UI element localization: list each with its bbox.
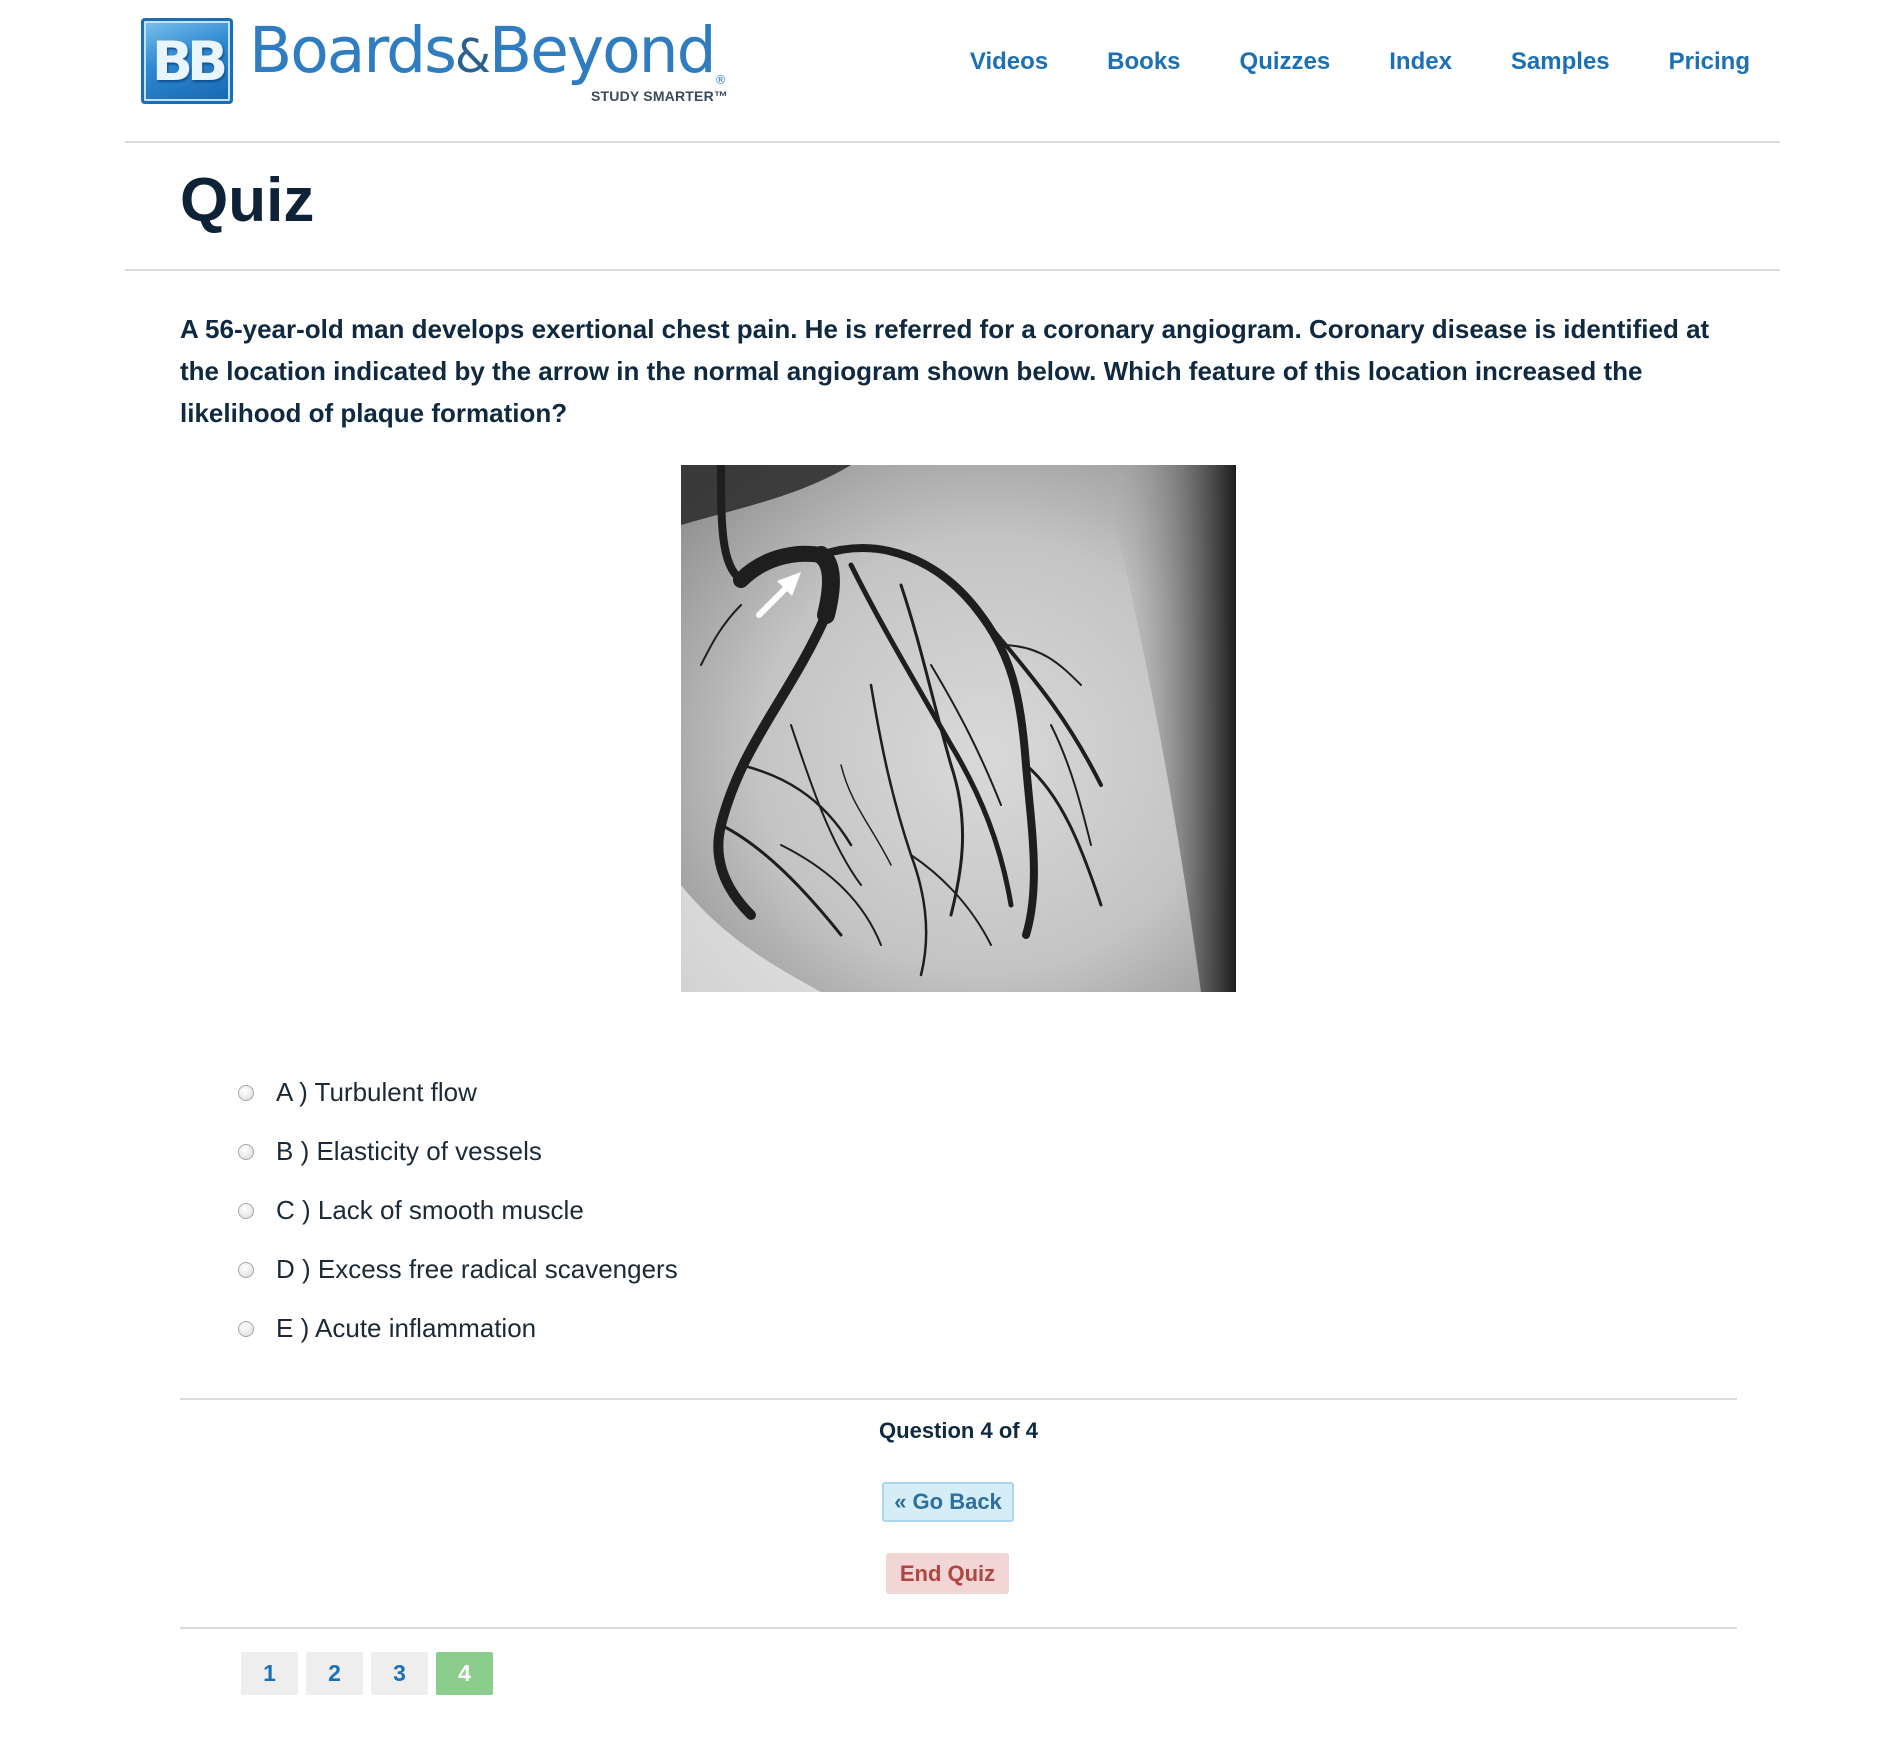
title-row: Quiz (125, 143, 1780, 271)
logo-badge-icon: BB (141, 18, 233, 104)
radio-option-c[interactable] (238, 1202, 254, 1219)
question-text: A 56-year-old man develops exertional ch… (180, 314, 1710, 428)
page-button-1[interactable]: 1 (241, 1652, 298, 1695)
option-b-label: B ) Elasticity of vessels (276, 1136, 542, 1166)
nav-quizzes[interactable]: Quizzes (1240, 48, 1331, 76)
question-counter: Question 4 of 4 (879, 1418, 1038, 1443)
logo-wordmark: Boards&Beyond® (249, 14, 727, 87)
nav-books[interactable]: Books (1107, 48, 1180, 76)
radio-option-d[interactable] (238, 1261, 254, 1278)
divider (180, 1398, 1737, 1400)
nav-pricing[interactable]: Pricing (1669, 48, 1750, 76)
main-nav: Videos Books Quizzes Index Samples Prici… (970, 48, 1750, 76)
option-e[interactable]: E ) Acute inflammation (238, 1299, 678, 1358)
page-button-3[interactable]: 3 (371, 1652, 428, 1695)
option-a[interactable]: A ) Turbulent flow (238, 1063, 678, 1122)
option-a-label: A ) Turbulent flow (276, 1077, 477, 1107)
option-c[interactable]: C ) Lack of smooth muscle (238, 1181, 678, 1240)
site-header: BB Boards&Beyond® STUDY SMARTER™ Videos … (125, 0, 1780, 143)
option-e-label: E ) Acute inflammation (276, 1313, 537, 1343)
radio-option-b[interactable] (238, 1143, 254, 1160)
question-pager: 1 2 3 4 (241, 1652, 493, 1695)
radio-option-a[interactable] (238, 1084, 254, 1101)
answer-options: A ) Turbulent flow B ) Elasticity of ves… (238, 1063, 678, 1358)
go-back-button[interactable]: « Go Back (882, 1482, 1014, 1522)
end-quiz-button[interactable]: End Quiz (886, 1553, 1009, 1594)
site-logo[interactable]: BB Boards&Beyond® STUDY SMARTER™ (141, 14, 728, 106)
page-container: BB Boards&Beyond® STUDY SMARTER™ Videos … (125, 0, 1780, 1744)
option-b[interactable]: B ) Elasticity of vessels (238, 1122, 678, 1181)
nav-samples[interactable]: Samples (1511, 48, 1610, 76)
radio-option-e[interactable] (238, 1320, 254, 1337)
option-d[interactable]: D ) Excess free radical scavengers (238, 1240, 678, 1299)
nav-videos[interactable]: Videos (970, 48, 1048, 76)
nav-index[interactable]: Index (1389, 48, 1452, 76)
angiogram-image (681, 465, 1236, 992)
angiogram-graphic (681, 465, 1236, 992)
page-title: Quiz (180, 166, 315, 235)
logo-tagline: STUDY SMARTER™ (591, 88, 729, 104)
page-button-2[interactable]: 2 (306, 1652, 363, 1695)
divider (180, 1627, 1737, 1629)
option-d-label: D ) Excess free radical scavengers (276, 1254, 678, 1284)
page-button-4[interactable]: 4 (436, 1652, 493, 1695)
option-c-label: C ) Lack of smooth muscle (276, 1195, 584, 1225)
